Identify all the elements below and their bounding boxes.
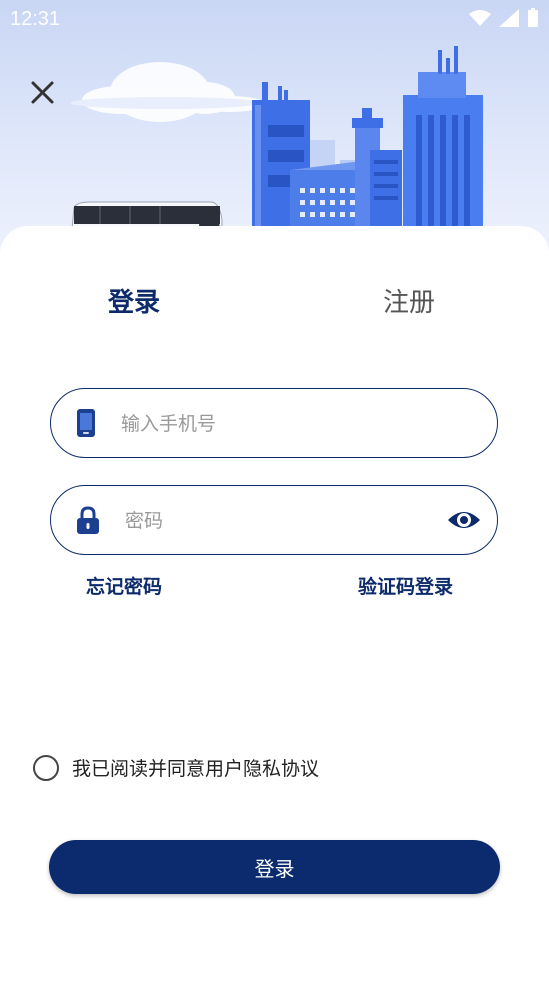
- city-bus-illustration: [69, 46, 483, 260]
- wifi-icon: [469, 10, 491, 26]
- status-time: 12:31: [10, 8, 61, 30]
- login-button[interactable]: 登录: [49, 840, 500, 894]
- battery-icon: [528, 8, 538, 27]
- eye-icon[interactable]: [446, 508, 482, 532]
- hero-illustration: [0, 0, 549, 260]
- signal-icon: [499, 9, 519, 27]
- password-field[interactable]: [50, 485, 498, 556]
- close-icon: [31, 81, 54, 104]
- password-input[interactable]: [123, 486, 427, 556]
- sms-login-link[interactable]: 验证码登录: [358, 572, 453, 599]
- status-icons: [469, 8, 539, 28]
- phone-input[interactable]: [119, 389, 463, 459]
- status-bar: 12:31: [0, 0, 549, 38]
- agreement-radio[interactable]: [33, 754, 59, 781]
- phone-field[interactable]: [50, 388, 498, 459]
- close-button[interactable]: [26, 76, 60, 110]
- agreement-row: 我已阅读并同意用户隐私协议: [33, 754, 319, 781]
- phone-icon: [77, 409, 95, 437]
- forgot-password-link[interactable]: 忘记密码: [86, 572, 162, 599]
- login-button-label: 登录: [254, 856, 295, 881]
- agreement-text[interactable]: 我已阅读并同意用户隐私协议: [72, 754, 319, 781]
- tab-login[interactable]: 登录: [108, 282, 160, 319]
- lock-icon: [77, 506, 99, 534]
- tab-register[interactable]: 注册: [383, 282, 435, 319]
